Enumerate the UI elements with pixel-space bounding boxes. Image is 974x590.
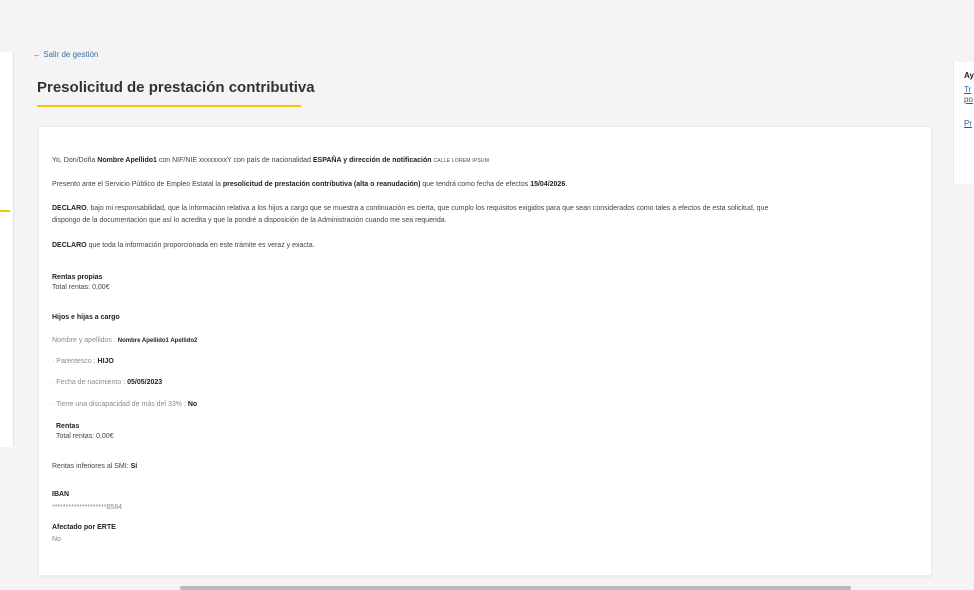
help-panel: Ay Tr po Pr <box>953 62 974 184</box>
smi-row: Rentas inferiores al SMI: Sí <box>52 463 138 470</box>
back-arrow-icon: ← <box>33 50 41 59</box>
iban-value: ********************8584 <box>52 504 123 511</box>
help-panel-title: Ay <box>964 71 974 80</box>
child-birthdate: 05/05/2023 <box>127 379 163 386</box>
page-title-underline <box>37 105 301 107</box>
left-sidebar-panel <box>0 52 14 447</box>
summary-card: Yo, Don/Doña Nombre Apellido1 con NIF/NI… <box>38 126 932 576</box>
child-relationship: HIJO <box>97 358 114 365</box>
nationality: ESPAÑA y dirección de notificación <box>312 157 432 164</box>
own-income-total: Total rentas: 0,00€ <box>52 284 110 291</box>
erte-value: No <box>52 536 61 543</box>
declaration-truth: DECLARO que toda la información proporci… <box>52 242 315 249</box>
child-disability: No <box>187 401 198 408</box>
declaration-children: DECLARO, bajo mi responsabilidad, que la… <box>52 205 769 212</box>
help-link-1-line1: Tr <box>964 85 972 94</box>
declaration-children-cont: dispongo de la documentación que así lo … <box>52 217 447 224</box>
page-title: Presolicitud de prestación contributiva <box>37 79 315 96</box>
notification-address: CALLE LOREM IPSUM <box>433 158 490 164</box>
dependent-children-heading: Hijos e hijas a cargo <box>52 314 120 321</box>
effective-date: 15/04/2026 <box>530 181 566 188</box>
child-disability-row: · Tiene una discapacidad de más del 33% … <box>52 401 198 408</box>
own-income-heading: Rentas propias <box>52 274 103 281</box>
exit-management-link[interactable]: ← Salir de gestión <box>33 50 98 59</box>
child-income-heading: Rentas <box>56 423 80 430</box>
exit-management-label: Salir de gestión <box>43 50 99 59</box>
horizontal-scrollbar[interactable] <box>180 586 851 590</box>
child-birthdate-row: · Fecha de nacimiento : 05/05/2023 <box>52 379 163 386</box>
declaration-identity: Yo, Don/Doña Nombre Apellido1 con NIF/NI… <box>52 157 490 164</box>
erte-heading: Afectado por ERTE <box>52 524 116 531</box>
left-sidebar-accent <box>0 210 10 212</box>
help-link-2[interactable]: Pr <box>964 119 974 128</box>
iban-heading: IBAN <box>52 491 70 498</box>
help-link-1-line2: po <box>964 95 973 104</box>
help-link-1[interactable]: Tr po <box>964 85 974 105</box>
child-income-total: Total rentas: 0,00€ <box>56 433 114 440</box>
child-relationship-row: · Parentesco : HIJO <box>52 358 114 365</box>
smi-value: Sí <box>130 463 138 470</box>
child-name: Nombre Apellido1 Apellido2 <box>117 338 198 344</box>
applicant-name: Nombre Apellido1 <box>97 157 157 164</box>
declaration-presolicitud: Presento ante el Servicio Público de Emp… <box>52 181 568 188</box>
child-name-row: Nombre y apellidos : Nombre Apellido1 Ap… <box>52 337 198 344</box>
